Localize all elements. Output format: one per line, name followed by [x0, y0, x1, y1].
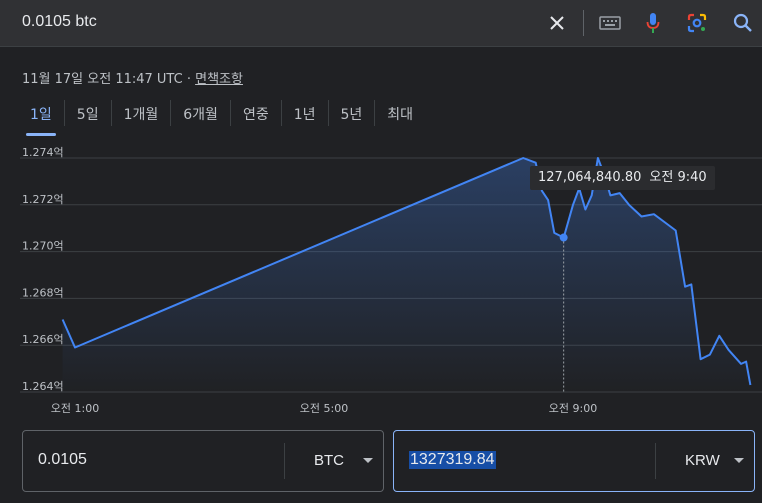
tab-5y[interactable]: 5년 — [329, 100, 375, 132]
x-tick-label: 오전 1:00 — [51, 402, 99, 415]
y-tick-label: 1.274억 — [22, 146, 64, 159]
disclaimer-link[interactable]: 면책조항 — [195, 72, 243, 87]
quote-timestamp: 11월 17일 오전 11:47 UTC — [22, 72, 183, 87]
chevron-down-icon[interactable] — [734, 458, 744, 463]
hover-point — [559, 233, 568, 242]
quote-meta: 11월 17일 오전 11:47 UTC · 면책조항 — [22, 68, 243, 87]
tab-1d[interactable]: 1일 — [18, 100, 64, 136]
to-unit-select[interactable]: KRW — [685, 452, 720, 469]
y-tick-label: 1.266억 — [22, 333, 64, 346]
tooltip-time: 오전 9:40 — [649, 170, 707, 185]
conv-divider — [284, 443, 285, 479]
chevron-down-icon[interactable] — [363, 458, 373, 463]
lens-icon[interactable] — [684, 10, 710, 36]
tab-ytd[interactable]: 연중 — [231, 100, 281, 132]
search-input[interactable]: 0.0105 btc — [22, 13, 97, 31]
from-currency-box: 0.0105 BTC — [22, 430, 384, 492]
from-amount-input[interactable]: 0.0105 — [38, 451, 87, 469]
tab-1m[interactable]: 1개월 — [112, 100, 171, 132]
x-tick-label: 오전 5:00 — [300, 402, 348, 415]
tab-5d[interactable]: 5일 — [65, 100, 111, 132]
series-area — [62, 158, 751, 392]
range-tabs: 1일 5일 1개월 6개월 연중 1년 5년 최대 — [18, 100, 425, 136]
conv-divider — [655, 443, 656, 479]
x-tick-label: 오전 9:00 — [549, 402, 597, 415]
search-bar[interactable]: 0.0105 btc — [0, 0, 762, 47]
y-tick-label: 1.272억 — [22, 193, 64, 206]
from-unit-select[interactable]: BTC — [314, 452, 344, 469]
tab-1y[interactable]: 1년 — [282, 100, 328, 132]
keyboard-icon[interactable] — [597, 10, 623, 36]
microphone-icon[interactable] — [640, 10, 666, 36]
y-tick-label: 1.268억 — [22, 286, 64, 299]
y-tick-label: 1.270억 — [22, 240, 64, 253]
tab-max[interactable]: 최대 — [375, 100, 425, 132]
to-amount-input[interactable]: 1327319.84 — [409, 451, 496, 469]
price-tooltip: 127,064,840.80 오전 9:40 — [530, 166, 715, 190]
y-tick-label: 1.264억 — [22, 380, 64, 393]
tab-6m[interactable]: 6개월 — [171, 100, 230, 132]
search-divider — [583, 10, 584, 36]
clear-icon[interactable] — [544, 10, 570, 36]
tooltip-value: 127,064,840.80 — [538, 170, 642, 185]
to-currency-box: 1327319.84 KRW — [393, 430, 755, 492]
search-icon[interactable] — [730, 10, 756, 36]
meta-separator: · — [182, 72, 196, 87]
